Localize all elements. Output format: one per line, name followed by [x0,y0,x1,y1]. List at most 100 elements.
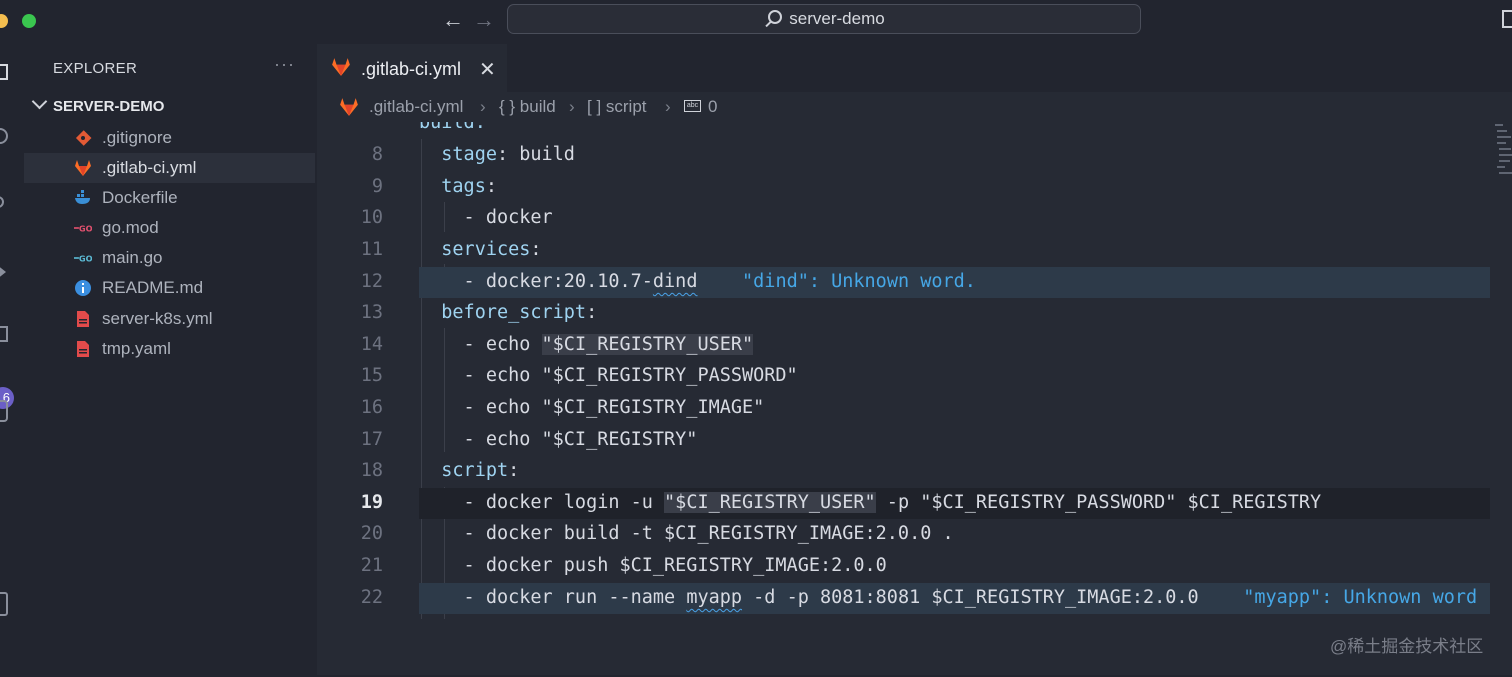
code-text: before_script: [441,302,598,323]
code-line: 21 - docker push $CI_REGISTRY_IMAGE:2.0.… [317,551,1490,582]
extensions-icon[interactable] [0,326,8,342]
code-text: - echo "$CI_REGISTRY" [419,429,698,450]
minimap-line [1499,154,1512,156]
info-icon [75,280,91,296]
gitlab-icon [340,98,358,116]
chevron-right-icon: › [665,97,671,116]
back-arrow-icon[interactable]: ← [442,9,464,31]
line-number: 17 [360,429,383,450]
breadcrumb: .gitlab-ci.yml › { } build › [ ] script … [317,92,1512,122]
docker-icon [75,190,90,204]
code-line: 13 before_script: [317,298,1490,329]
git-icon [75,130,92,146]
folder-name: SERVER-DEMO [53,98,165,115]
code-text: - docker:20.10.7-dind "dind": Unknown wo… [419,271,976,292]
code-line: 14 - echo "$CI_REGISTRY_USER" [317,330,1490,361]
code-line-diagnostic: 12 - docker:20.10.7-dind "dind": Unknown… [317,267,1490,298]
gitlab-icon [332,58,350,76]
line-number: 22 [360,587,383,608]
search-icon [763,9,783,29]
accounts-icon[interactable] [0,658,10,677]
file-item-tmp-yaml[interactable]: tmp.yaml [24,334,315,364]
line-number: 12 [360,271,383,292]
docker-view-icon[interactable] [0,592,8,616]
string-symbol-icon: abc [684,100,701,112]
tab-gitlab-ci[interactable]: .gitlab-ci.yml ✕ [317,44,507,92]
line-number: 20 [360,523,383,544]
file-name: .gitignore [102,128,172,147]
layout-toggle-icon[interactable] [1502,10,1512,28]
file-item-go-mod[interactable]: GO go.mod [24,213,315,243]
code-line-current: 19 - docker login -u "$CI_REGISTRY_USER"… [317,488,1490,519]
file-item-gitignore[interactable]: .gitignore [24,123,315,153]
run-debug-icon[interactable] [0,264,6,280]
breadcrumb-script[interactable]: [ ] script [587,97,647,117]
file-item-gitlab-ci[interactable]: .gitlab-ci.yml [24,153,315,183]
line-number: 21 [360,555,383,576]
code-text: - docker build -t $CI_REGISTRY_IMAGE:2.0… [419,523,954,544]
explorer-panel: EXPLORER ··· SERVER-DEMO .gitignore .git… [24,44,317,675]
minimap-line [1495,124,1503,126]
line-number: 18 [360,460,383,481]
file-item-server-k8s[interactable]: server-k8s.yml [24,304,315,334]
breadcrumb-build[interactable]: { } build [499,97,556,117]
watermark: @稀土掘金技术社区 [1330,637,1484,656]
code-text: - echo "$CI_REGISTRY_IMAGE" [419,397,765,418]
code-line: 18 script: [317,456,1490,487]
code-line: 8 stage: build [317,140,1490,171]
code-text: - echo "$CI_REGISTRY_USER" [419,334,754,355]
file-item-main-go[interactable]: GO main.go [24,243,315,273]
explorer-files-icon[interactable] [0,64,8,80]
gitlab-icon [75,160,91,176]
remote-explorer-icon[interactable] [0,400,8,422]
svg-text:GO: GO [79,223,92,233]
search-label: server-demo [789,9,885,28]
search-view-icon[interactable] [0,128,8,144]
code-line: 11 services: [317,235,1490,266]
code-line: 15 - echo "$CI_REGISTRY_PASSWORD" [317,361,1490,392]
folder-server-demo[interactable]: SERVER-DEMO [24,93,317,120]
maximize-window-button[interactable] [22,14,36,28]
minimap-line [1499,172,1512,174]
chevron-right-icon: › [569,97,575,116]
forward-arrow-icon[interactable]: → [473,9,495,31]
file-name: README.md [102,278,204,297]
line-number: 15 [360,365,383,386]
file-item-dockerfile[interactable]: Dockerfile [24,183,315,213]
explorer-title: EXPLORER [53,60,138,77]
code-line: 17 - echo "$CI_REGISTRY" [317,425,1490,456]
minimap-line [1497,166,1505,168]
testing-icon[interactable] [0,469,11,493]
file-name: tmp.yaml [102,339,171,358]
code-editor[interactable]: build: 8 stage: build 9 tags: 10 - docke… [317,122,1512,675]
breadcrumb-file[interactable]: .gitlab-ci.yml [369,97,463,117]
code-text: tags: [441,176,497,197]
code-text: stage: build [441,144,575,165]
source-control-icon[interactable] [0,196,4,208]
go-icon: GO [74,253,92,263]
svg-text:GO: GO [79,253,92,263]
minimap-line [1497,136,1511,138]
gitlens-icon[interactable] [0,527,11,551]
minimap-line [1497,142,1506,144]
minimize-window-button[interactable] [0,14,8,28]
more-actions-icon[interactable]: ··· [274,54,295,75]
line-number: 9 [371,176,383,197]
line-number: 8 [371,144,383,165]
chevron-right-icon: › [480,97,486,116]
tab-label: .gitlab-ci.yml [361,59,462,79]
code-line: 20 - docker build -t $CI_REGISTRY_IMAGE:… [317,519,1490,550]
breadcrumb-item-0[interactable]: 0 [708,97,717,117]
editor-tab-bar: .gitlab-ci.yml ✕ [317,44,1512,92]
file-item-readme[interactable]: README.md [24,273,315,303]
minimap-line [1497,130,1507,132]
chevron-down-icon [31,93,48,110]
file-name: main.go [102,248,163,267]
line-number: 14 [360,334,383,355]
command-center-search[interactable]: server-demo [507,4,1141,34]
go-icon: GO [74,223,92,233]
code-line-diagnostic: 22 - docker run --name myapp -d -p 8081:… [317,583,1490,614]
code-text: - docker login -u "$CI_REGISTRY_USER" -p… [419,492,1322,513]
close-icon[interactable]: ✕ [479,57,496,82]
minimap[interactable] [1493,122,1512,182]
